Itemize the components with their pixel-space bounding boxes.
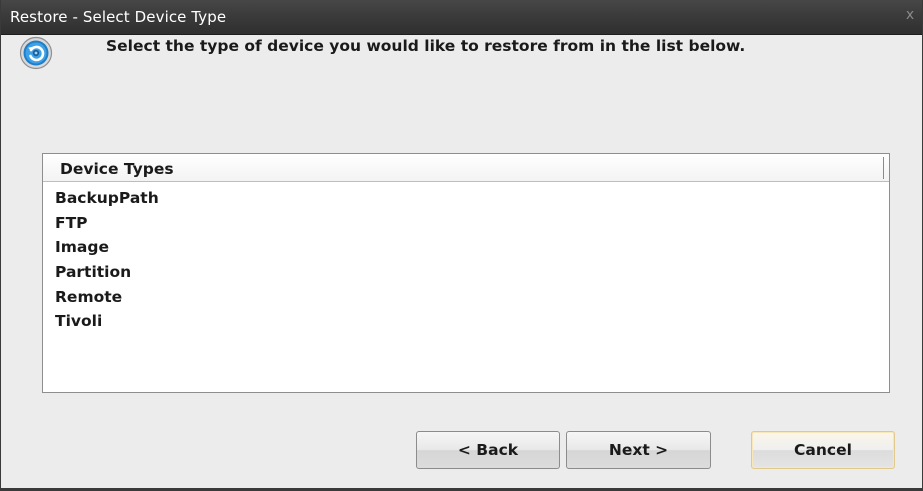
list-item-backuppath[interactable]: BackupPath [43, 186, 889, 211]
column-header-label: Device Types [60, 160, 174, 178]
instruction-text: Select the type of device you would like… [106, 37, 746, 55]
device-type-items: BackupPath FTP Image Partition Remote Ti… [43, 186, 889, 334]
device-type-list[interactable]: Device Types BackupPath FTP Image Partit… [42, 153, 890, 393]
list-item-remote[interactable]: Remote [43, 285, 889, 310]
title-bar[interactable]: Restore - Select Device Type x [1, 0, 922, 35]
restore-icon [19, 36, 53, 70]
column-divider[interactable] [883, 157, 884, 179]
close-icon[interactable]: x [902, 7, 918, 23]
window-title: Restore - Select Device Type [10, 8, 227, 26]
back-button[interactable]: < Back [416, 431, 560, 469]
list-column-header[interactable]: Device Types [43, 154, 889, 182]
cancel-button[interactable]: Cancel [751, 431, 895, 469]
list-item-tivoli[interactable]: Tivoli [43, 309, 889, 334]
bottom-border [1, 488, 922, 490]
restore-dialog: Restore - Select Device Type x Select th… [0, 0, 923, 491]
list-item-partition[interactable]: Partition [43, 260, 889, 285]
next-button[interactable]: Next > [566, 431, 711, 469]
list-item-ftp[interactable]: FTP [43, 211, 889, 236]
list-item-image[interactable]: Image [43, 235, 889, 260]
